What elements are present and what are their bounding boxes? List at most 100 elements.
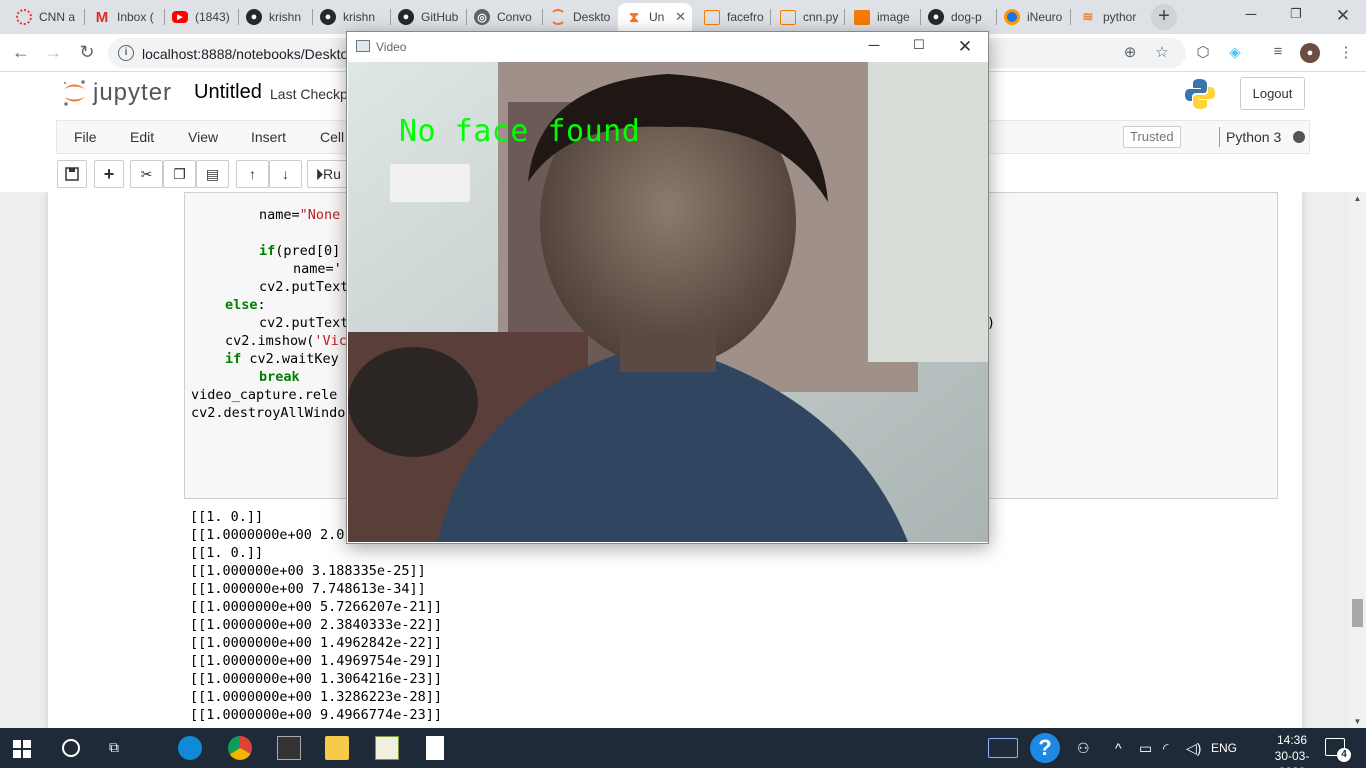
url-text: localhost:8888/notebooks/Deskto	[142, 46, 349, 62]
reload-icon[interactable]: ↻	[76, 42, 98, 63]
code-line: cv2.destroyAllWindo	[191, 405, 346, 421]
clock-date: 30-03-2020	[1274, 749, 1310, 768]
tab-ineuron[interactable]: iNeuro	[996, 3, 1070, 31]
tab-label: krishn	[269, 10, 302, 24]
paste-button[interactable]: ▤	[196, 160, 229, 188]
help-icon[interactable]: ?	[1030, 733, 1060, 763]
output-line: [[1.0000000e+00 1.3064216e-23]]	[190, 671, 442, 687]
menu-cell[interactable]: Cell	[320, 129, 344, 145]
tab-jupyter-desktop[interactable]: Deskto	[542, 3, 618, 31]
menu-file[interactable]: File	[74, 129, 97, 145]
forward-icon[interactable]: →	[42, 42, 64, 63]
tab-label: image	[877, 10, 910, 24]
tab-cnn[interactable]: CNN a	[8, 3, 84, 31]
tab-python-so[interactable]: ≋ pythor	[1072, 3, 1146, 31]
run-icon: ⏵	[316, 166, 323, 182]
minimize-icon[interactable]: ─	[864, 37, 884, 54]
tab-facefrom[interactable]: facefro	[696, 3, 770, 31]
new-tab-button[interactable]: +	[1151, 4, 1177, 30]
bookmark-star-icon[interactable]: ☆	[1152, 43, 1172, 63]
windows-start-icon[interactable]	[13, 740, 31, 758]
menu-view[interactable]: View	[188, 129, 218, 145]
tab-github-3[interactable]: ● GitHub	[390, 3, 466, 31]
wifi-icon[interactable]: ◜	[1163, 740, 1168, 757]
logout-button[interactable]: Logout	[1240, 77, 1305, 110]
move-up-button[interactable]: ↑	[236, 160, 269, 188]
extension-2-icon[interactable]: ◈	[1225, 43, 1245, 63]
file-explorer-icon[interactable]	[325, 736, 349, 760]
keyboard-icon[interactable]	[988, 738, 1018, 758]
github-icon: ●	[246, 9, 262, 25]
battery-icon[interactable]: ▭	[1139, 740, 1152, 757]
tab-youtube[interactable]: ▶ (1843)	[164, 3, 238, 31]
video-window[interactable]: Video ─ ☐ ✕ No face found	[346, 31, 989, 544]
tab-untitled-active[interactable]: ⧗ Un ✕	[618, 3, 692, 31]
output-line: [[1.0000000e+00 1.4969754e-29]]	[190, 653, 442, 669]
menu-edit[interactable]: Edit	[130, 129, 154, 145]
terminal-icon[interactable]	[277, 736, 301, 760]
tab-gmail[interactable]: M Inbox (	[86, 3, 164, 31]
tab-cnn-py[interactable]: cnn.py	[772, 3, 844, 31]
move-down-button[interactable]: ↓	[269, 160, 302, 188]
language-indicator[interactable]: ENG	[1211, 741, 1237, 755]
tab-label: dog-p	[951, 10, 982, 24]
book-icon	[854, 9, 870, 25]
zoom-icon[interactable]: ⊕	[1120, 43, 1140, 63]
clock-time: 14:36	[1276, 733, 1308, 747]
tab-github-1[interactable]: ● krishn	[238, 3, 312, 31]
browser-tab-strip: CNN a M Inbox ( ▶ (1843) ● krishn ● kris…	[0, 0, 1366, 34]
close-icon[interactable]: ✕	[955, 37, 975, 57]
people-icon[interactable]: ⚇	[1077, 740, 1090, 757]
tab-github-2[interactable]: ● krishn	[312, 3, 390, 31]
tab-dog-project[interactable]: ● dog-p	[920, 3, 996, 31]
kernel-status-icon	[1293, 131, 1305, 143]
file-icon	[704, 9, 720, 25]
trusted-indicator[interactable]: Trusted	[1123, 126, 1181, 148]
extension-icon[interactable]: ⬡	[1193, 43, 1213, 63]
video-window-titlebar[interactable]: Video ─ ☐ ✕	[347, 32, 988, 61]
page-scrollbar[interactable]: ▲ ▼	[1349, 192, 1366, 728]
python-logo-icon	[1185, 79, 1215, 109]
volume-icon[interactable]: ◁)	[1186, 740, 1201, 757]
avatar[interactable]: ●	[1300, 43, 1320, 63]
scrollbar-thumb[interactable]	[1352, 599, 1363, 627]
edge-icon[interactable]	[178, 736, 202, 760]
menu-dots-icon[interactable]: ⋮	[1336, 43, 1356, 63]
notepadpp-icon[interactable]	[375, 736, 399, 760]
code-line: cv2.imshow('Vic	[225, 333, 347, 349]
tab-image[interactable]: image	[846, 3, 922, 31]
document-icon[interactable]	[426, 736, 444, 760]
restore-icon[interactable]: ❐	[1286, 6, 1306, 22]
save-button[interactable]	[57, 160, 87, 188]
chrome-icon[interactable]	[228, 736, 252, 760]
task-view-icon[interactable]: ⧉	[109, 739, 129, 757]
back-icon[interactable]: ←	[10, 42, 32, 63]
loading-ring-icon	[16, 9, 32, 25]
notebook-name[interactable]: Untitled	[194, 81, 262, 104]
run-button[interactable]: ⏵Ru	[307, 160, 349, 188]
menu-insert[interactable]: Insert	[251, 129, 286, 145]
scroll-down-icon[interactable]: ▼	[1349, 717, 1366, 726]
info-icon[interactable]: i	[118, 45, 134, 61]
minimize-icon[interactable]: ─	[1241, 6, 1261, 23]
github-icon: ●	[928, 9, 944, 25]
notification-center-icon[interactable]: 4	[1325, 738, 1351, 762]
insert-cell-button[interactable]: +	[94, 160, 124, 188]
show-hidden-icons[interactable]: ^	[1115, 740, 1122, 756]
code-line: name='	[293, 261, 342, 277]
tab-convo[interactable]: ◎ Convo	[466, 3, 542, 31]
close-tab-icon[interactable]: ✕	[675, 9, 686, 25]
scroll-up-icon[interactable]: ▲	[1349, 194, 1366, 203]
media-queue-icon[interactable]: ≡	[1268, 43, 1288, 63]
close-window-icon[interactable]: ✕	[1333, 6, 1353, 26]
clock[interactable]: 14:36 30-03-2020	[1262, 732, 1322, 768]
search-icon[interactable]	[62, 739, 80, 757]
tab-label: cnn.py	[803, 10, 839, 24]
cut-button[interactable]: ✂	[130, 160, 163, 188]
code-line: name="None	[259, 207, 341, 223]
file-icon	[780, 9, 796, 25]
kernel-name[interactable]: Python 3	[1226, 129, 1281, 145]
maximize-icon[interactable]: ☐	[909, 37, 929, 53]
copy-button[interactable]: ❐	[163, 160, 196, 188]
jupyter-logo-text[interactable]: jupyter	[93, 79, 172, 107]
